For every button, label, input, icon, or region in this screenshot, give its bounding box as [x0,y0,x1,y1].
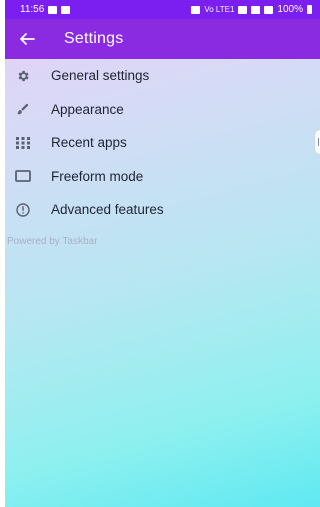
menu-item-recent-apps[interactable]: Recent apps [5,126,320,160]
status-time: 11:56 [20,4,45,15]
menu-item-label: Advanced features [51,202,164,218]
media-icon [61,5,71,14]
status-bar: 11:56 Vo LTE1 100% [5,0,320,19]
page-title: Settings [64,30,124,47]
battery-percent: 100% [277,4,303,15]
menu-item-label: Freeform mode [51,168,144,184]
menu-item-freeform-mode[interactable]: Freeform mode [5,160,320,194]
menu-item-label: Recent apps [51,135,127,151]
vibrate-icon [191,5,201,14]
notification-icon [48,5,58,14]
menu-item-label: Appearance [51,101,124,117]
menu-item-label: General settings [51,68,150,84]
app-bar: Settings [5,19,320,59]
powered-by-text: Powered by Taskbar [7,235,98,247]
sidebar-handle[interactable] [314,129,320,155]
window-icon [5,170,51,183]
battery-icon [307,5,312,14]
signal-icon-2 [264,5,274,14]
status-right: Vo LTE1 100% [191,4,312,15]
menu-item-appearance[interactable]: Appearance [5,93,320,127]
menu-item-general-settings[interactable]: General settings [5,59,320,93]
status-left: 11:56 [20,4,71,15]
gear-icon [5,69,51,83]
menu-item-advanced-features[interactable]: Advanced features [5,193,320,227]
arrow-left-icon [20,33,35,45]
grid-icon [5,136,51,150]
back-button[interactable] [7,19,47,59]
settings-menu: General settings Appearance Recent apps … [5,59,320,247]
network-label: Vo LTE1 [204,5,235,14]
brush-icon [5,102,51,116]
wifi-icon [238,5,248,14]
signal-icon-1 [251,5,261,14]
app-screen: 11:56 Vo LTE1 100% Settings General sett… [5,0,320,507]
info-icon [5,203,51,217]
